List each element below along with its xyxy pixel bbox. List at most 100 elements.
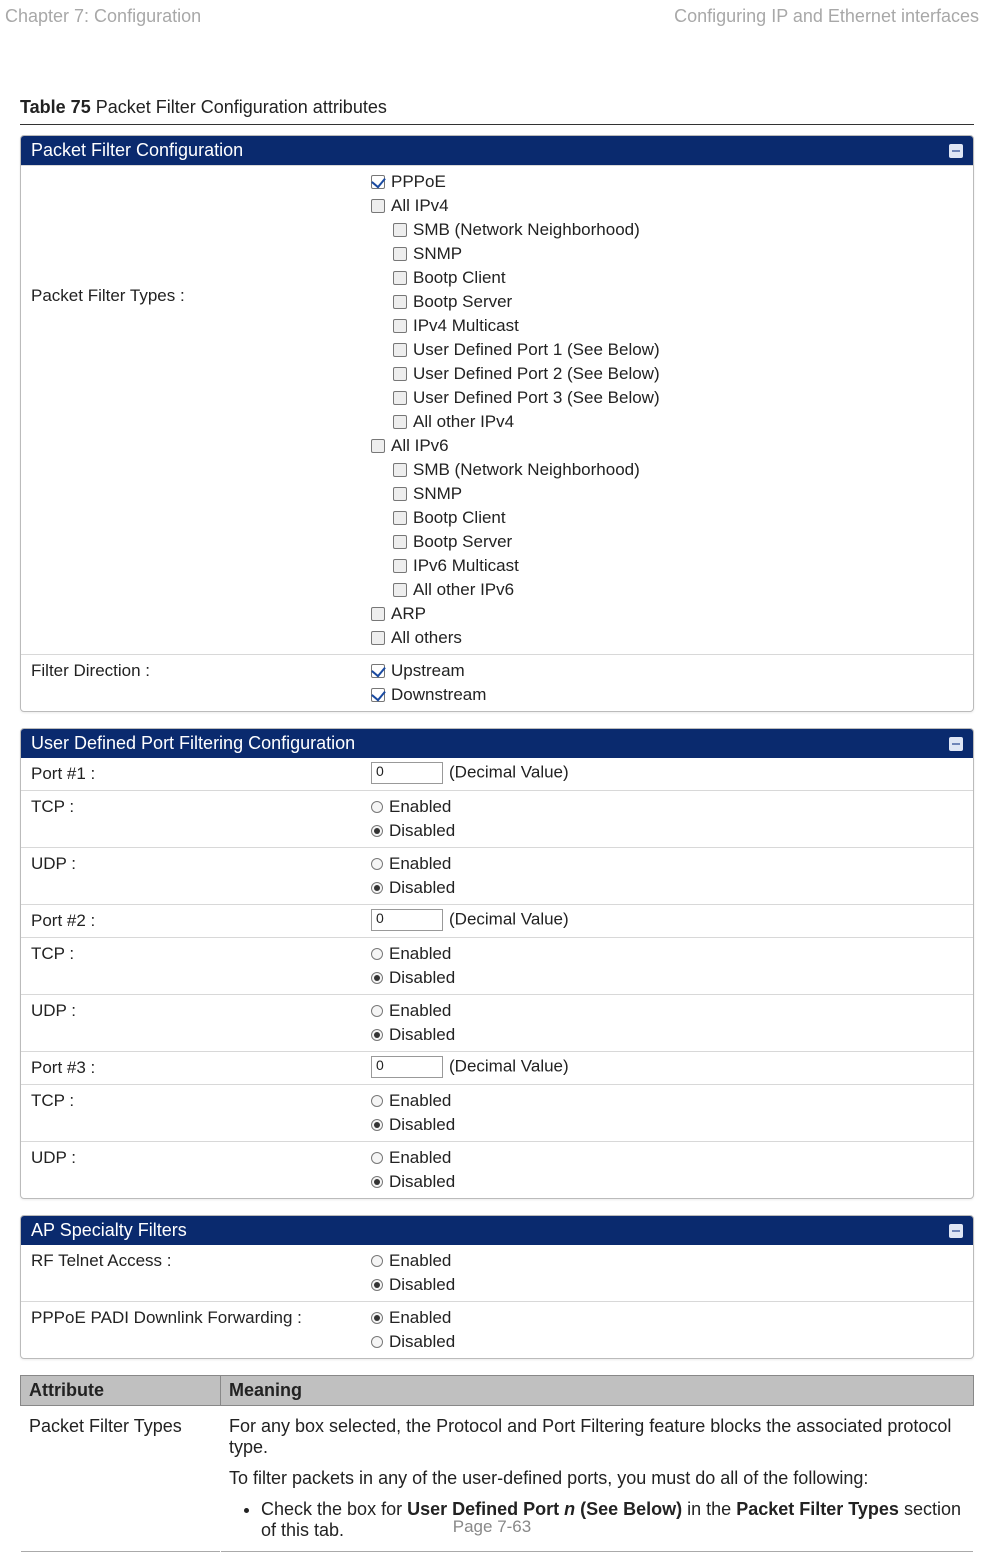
radio-row[interactable]: Disabled <box>371 1273 963 1297</box>
txt-italic: n <box>564 1499 575 1519</box>
checkbox[interactable] <box>393 535 407 549</box>
checkbox-row[interactable]: User Defined Port 2 (See Below) <box>371 362 963 386</box>
radio-row[interactable]: Disabled <box>371 1023 963 1047</box>
radio-enabled[interactable] <box>371 1005 383 1017</box>
checkbox[interactable] <box>393 367 407 381</box>
checkbox-row[interactable]: Bootp Client <box>371 506 963 530</box>
checkbox[interactable] <box>393 271 407 285</box>
checkbox[interactable] <box>393 415 407 429</box>
row-label: PPPoE PADI Downlink Forwarding : <box>21 1302 361 1334</box>
row-label: TCP : <box>21 938 361 970</box>
checkbox[interactable] <box>393 391 407 405</box>
checkbox[interactable] <box>393 511 407 525</box>
radio-label: Enabled <box>389 1091 451 1110</box>
radio-enabled[interactable] <box>371 858 383 870</box>
checkbox-row[interactable]: SMB (Network Neighborhood) <box>371 218 963 242</box>
radio-row[interactable]: Enabled <box>371 942 963 966</box>
checkbox[interactable] <box>371 175 385 189</box>
checkbox-row[interactable]: SNMP <box>371 482 963 506</box>
row-value: EnabledDisabled <box>361 848 973 904</box>
radio-disabled[interactable] <box>371 1279 383 1291</box>
panel3-title: AP Specialty Filters <box>31 1220 187 1241</box>
checkbox[interactable] <box>393 463 407 477</box>
radio-disabled[interactable] <box>371 1336 383 1348</box>
checkbox[interactable] <box>393 247 407 261</box>
header-right: Configuring IP and Ethernet interfaces <box>674 6 979 27</box>
radio-label: Enabled <box>389 1148 451 1167</box>
radio-row[interactable]: Disabled <box>371 1170 963 1194</box>
radio-disabled[interactable] <box>371 1029 383 1041</box>
radio-row[interactable]: Disabled <box>371 1113 963 1137</box>
radio-row[interactable]: Disabled <box>371 876 963 900</box>
radio-disabled[interactable] <box>371 1176 383 1188</box>
radio-row[interactable]: Enabled <box>371 1249 963 1273</box>
radio-row[interactable]: Enabled <box>371 1306 963 1330</box>
row-label: UDP : <box>21 848 361 880</box>
checkbox-row[interactable]: Bootp Server <box>371 530 963 554</box>
checkbox-row[interactable]: SMB (Network Neighborhood) <box>371 458 963 482</box>
radio-row[interactable]: Enabled <box>371 1146 963 1170</box>
checkbox-upstream-row[interactable]: Upstream <box>371 659 963 683</box>
radio-enabled[interactable] <box>371 948 383 960</box>
checkbox-row[interactable]: Bootp Server <box>371 290 963 314</box>
radio-row[interactable]: Disabled <box>371 819 963 843</box>
config-row: TCP : Enabled Disabled <box>21 937 973 994</box>
checkbox-row[interactable]: IPv6 Multicast <box>371 554 963 578</box>
checkbox-row[interactable]: PPPoE <box>371 170 963 194</box>
checkbox-row[interactable]: All IPv4 <box>371 194 963 218</box>
row-value: Enabled Disabled <box>361 1142 973 1198</box>
radio-enabled[interactable] <box>371 1095 383 1107</box>
radio-row[interactable]: Enabled <box>371 795 963 819</box>
checkbox[interactable] <box>393 559 407 573</box>
checkbox-downstream[interactable] <box>371 688 385 702</box>
checkbox-row[interactable]: ARP <box>371 602 963 626</box>
checkbox[interactable] <box>393 343 407 357</box>
checkbox[interactable] <box>393 295 407 309</box>
radio-enabled[interactable] <box>371 1152 383 1164</box>
checkbox-label: Bootp Server <box>413 292 512 311</box>
port-input[interactable]: 0 <box>371 762 443 784</box>
hint-text: (Decimal Value) <box>449 909 569 928</box>
checkbox-label: IPv6 Multicast <box>413 556 519 575</box>
radio-row[interactable]: Enabled <box>371 1089 963 1113</box>
checkbox-row[interactable]: All other IPv6 <box>371 578 963 602</box>
radio-row[interactable]: Enabled <box>371 999 963 1023</box>
checkbox-row[interactable]: IPv4 Multicast <box>371 314 963 338</box>
checkbox-row[interactable]: Bootp Client <box>371 266 963 290</box>
radio-disabled[interactable] <box>371 1119 383 1131</box>
txt: in the <box>682 1499 736 1519</box>
radio-row[interactable]: Enabled <box>371 852 963 876</box>
radio-disabled[interactable] <box>371 825 383 837</box>
checkbox[interactable] <box>371 631 385 645</box>
checkbox[interactable] <box>371 439 385 453</box>
checkbox[interactable] <box>393 223 407 237</box>
radio-row[interactable]: Disabled <box>371 966 963 990</box>
checkbox-row[interactable]: SNMP <box>371 242 963 266</box>
radio-label: Enabled <box>389 1001 451 1020</box>
checkbox-row[interactable]: All other IPv4 <box>371 410 963 434</box>
checkbox[interactable] <box>393 319 407 333</box>
checkbox-row[interactable]: All others <box>371 626 963 650</box>
radio-enabled[interactable] <box>371 801 383 813</box>
checkbox[interactable] <box>393 583 407 597</box>
port-input[interactable]: 0 <box>371 1056 443 1078</box>
port-input[interactable]: 0 <box>371 909 443 931</box>
collapse-icon[interactable] <box>949 144 963 158</box>
radio-enabled[interactable] <box>371 1312 383 1324</box>
radio-disabled[interactable] <box>371 972 383 984</box>
checkbox[interactable] <box>393 487 407 501</box>
radio-row[interactable]: Disabled <box>371 1330 963 1354</box>
checkbox-row[interactable]: User Defined Port 3 (See Below) <box>371 386 963 410</box>
radio-label: Enabled <box>389 944 451 963</box>
radio-enabled[interactable] <box>371 1255 383 1267</box>
checkbox-upstream[interactable] <box>371 664 385 678</box>
checkbox[interactable] <box>371 607 385 621</box>
collapse-icon[interactable] <box>949 737 963 751</box>
radio-disabled[interactable] <box>371 882 383 894</box>
checkbox[interactable] <box>371 199 385 213</box>
collapse-icon[interactable] <box>949 1224 963 1238</box>
checkbox-row[interactable]: User Defined Port 1 (See Below) <box>371 338 963 362</box>
checkbox-downstream-row[interactable]: Downstream <box>371 683 963 707</box>
panel-ap-specialty-filters: AP Specialty Filters RF Telnet Access :E… <box>20 1215 974 1359</box>
checkbox-row[interactable]: All IPv6 <box>371 434 963 458</box>
